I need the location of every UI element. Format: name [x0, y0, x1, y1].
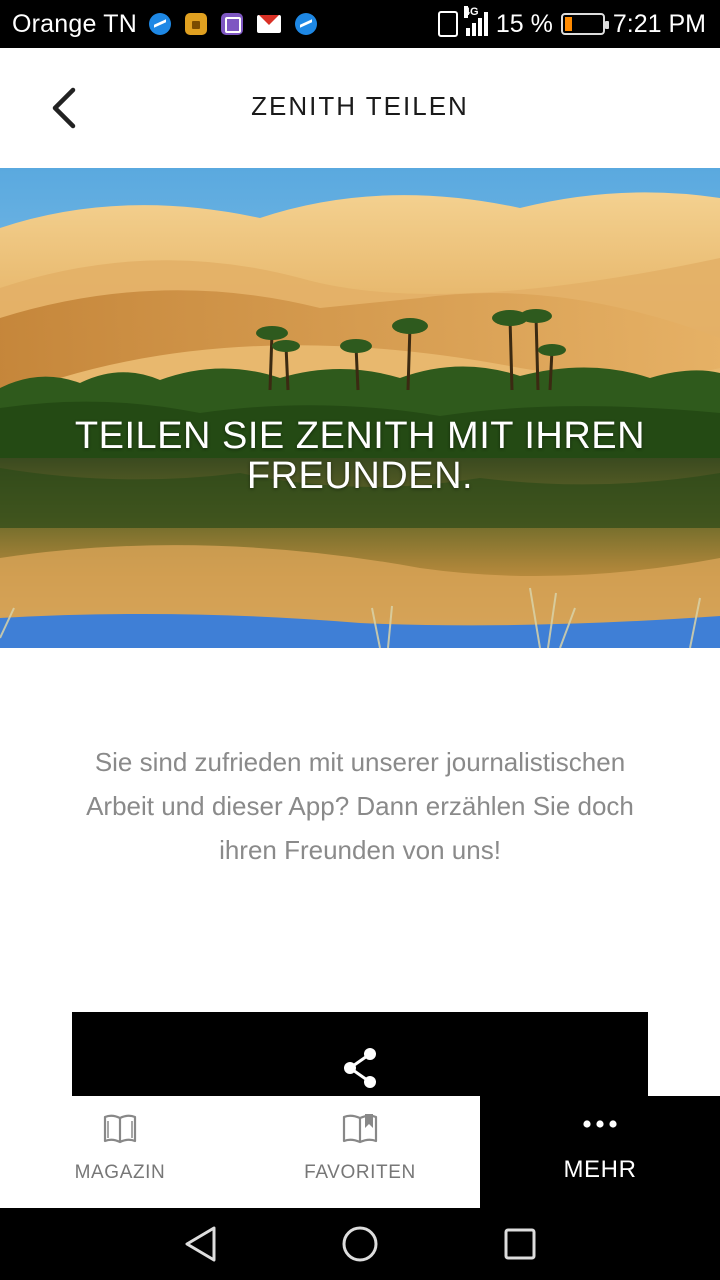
messenger-icon: [295, 13, 318, 35]
nav-label-mehr: MEHR: [563, 1156, 637, 1183]
notification-icons: [149, 13, 318, 35]
clock: 7:21 PM: [612, 9, 706, 38]
signal-icon: 4G: [463, 6, 488, 36]
more-dots-icon: [583, 1120, 617, 1128]
hero-banner: TEILEN SIE ZENITH MIT IHREN FREUNDEN.: [0, 168, 720, 648]
system-navigation-bar: [0, 1208, 720, 1280]
nav-item-favoriten[interactable]: FAVORITEN: [240, 1096, 480, 1208]
share-description: Sie sind zufrieden mit unserer journalis…: [86, 747, 634, 865]
page-title: ZENITH TEILEN: [251, 91, 469, 121]
bookmark-book-icon: [342, 1114, 378, 1144]
system-home-button[interactable]: [280, 1208, 440, 1280]
share-icon: [344, 1048, 376, 1088]
home-circle-icon: [342, 1226, 378, 1262]
back-triangle-icon: [185, 1226, 216, 1262]
network-type: 4G: [463, 6, 479, 18]
open-book-icon: [103, 1114, 137, 1144]
nav-item-magazin[interactable]: MAGAZIN: [0, 1096, 240, 1208]
hero-headline: TEILEN SIE ZENITH MIT IHREN FREUNDEN.: [74, 415, 646, 497]
nav-label-magazin: MAGAZIN: [74, 1162, 166, 1183]
carrier-name: Orange TN: [12, 9, 138, 38]
vibrate-icon: [437, 11, 458, 37]
app-header: ZENITH TEILEN: [0, 48, 720, 168]
battery-percent: 15 %: [495, 9, 553, 38]
share-button[interactable]: [72, 1012, 648, 1096]
bottom-navigation: MAGAZIN FAVORITEN MEHR: [0, 1096, 720, 1208]
nav-label-favoriten: FAVORITEN: [304, 1162, 416, 1183]
lock-icon: [185, 13, 208, 35]
status-bar: Orange TN 4G 15 % 7:21 PM: [0, 0, 720, 48]
nav-item-mehr[interactable]: MEHR: [480, 1096, 720, 1208]
system-recents-button[interactable]: [440, 1208, 600, 1280]
gallery-icon: [221, 13, 244, 35]
status-indicators: 4G 15 % 7:21 PM: [437, 6, 706, 39]
system-back-button[interactable]: [120, 1208, 280, 1280]
hero-image: [0, 168, 720, 648]
gmail-icon: [257, 15, 282, 33]
recents-square-icon: [504, 1228, 536, 1260]
messenger-icon: [149, 13, 172, 35]
battery-icon: [560, 13, 609, 35]
